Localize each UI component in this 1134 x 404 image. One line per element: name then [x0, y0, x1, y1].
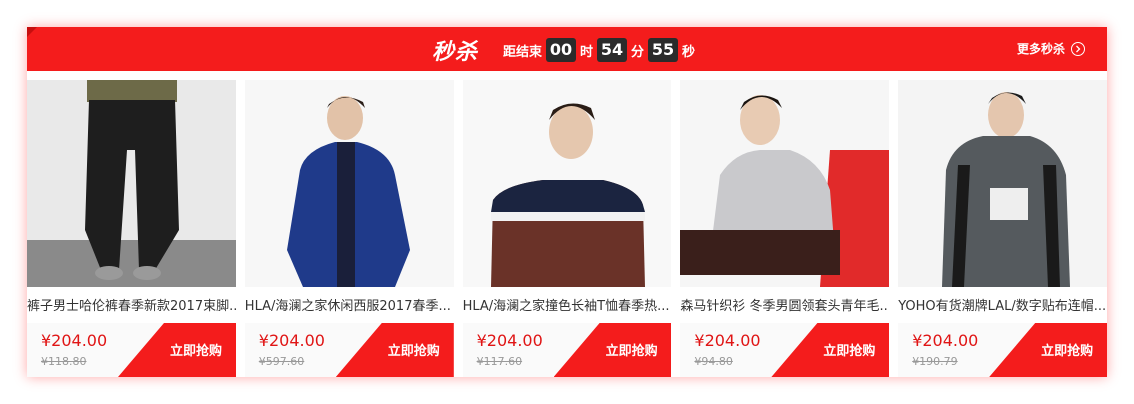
product-card[interactable]: HLA/海澜之家撞色长袖T恤春季热... ¥204.00 ¥117.60 立即抢… — [462, 80, 672, 377]
flash-sale-header: 秒杀 距结束 00 时 54 分 55 秒 更多秒杀 — [27, 27, 1107, 71]
buy-now-button[interactable]: 立即抢购 — [989, 323, 1107, 377]
original-price: ¥94.80 — [694, 355, 733, 368]
more-flash-sales-label: 更多秒杀 — [1016, 42, 1065, 56]
chevron-right-icon — [1071, 41, 1085, 56]
product-price-area: ¥204.00 ¥597.60 立即抢购 — [244, 323, 454, 377]
countdown-minutes-unit: 分 — [631, 44, 645, 60]
sale-price: ¥204.00 — [912, 331, 979, 350]
buy-now-label: 立即抢购 — [605, 344, 658, 359]
product-card[interactable]: YOHO有货潮牌LAL/数字贴布连帽... ¥204.00 ¥190.79 立即… — [898, 80, 1107, 377]
product-image[interactable] — [680, 80, 890, 287]
product-price-area: ¥204.00 ¥190.79 立即抢购 — [898, 323, 1107, 377]
product-list: 裤子男士哈伦裤春季新款2017束脚... ¥204.00 ¥118.80 立即抢… — [27, 80, 1107, 377]
original-price: ¥118.80 — [41, 355, 87, 368]
sale-price: ¥204.00 — [694, 331, 761, 350]
product-card[interactable]: HLA/海澜之家休闲西服2017春季... ¥204.00 ¥597.60 立即… — [244, 80, 454, 377]
countdown-label: 距结束 — [503, 44, 543, 60]
countdown-hours-unit: 时 — [580, 44, 594, 60]
product-title[interactable]: 裤子男士哈伦裤春季新款2017束脚... — [27, 295, 236, 314]
sale-price: ¥204.00 — [476, 331, 543, 350]
buy-now-label: 立即抢购 — [823, 344, 876, 359]
buy-now-label: 立即抢购 — [169, 344, 222, 359]
original-price: ¥190.79 — [912, 355, 958, 368]
flash-sale-panel: 秒杀 距结束 00 时 54 分 55 秒 更多秒杀 裤子男士哈伦裤春季新款20… — [27, 27, 1107, 377]
product-price-area: ¥204.00 ¥117.60 立即抢购 — [462, 323, 672, 377]
header-corner-decoration — [27, 27, 37, 37]
product-card[interactable]: 裤子男士哈伦裤春季新款2017束脚... ¥204.00 ¥118.80 立即抢… — [27, 80, 236, 377]
countdown-minutes: 54 — [597, 38, 628, 62]
product-image[interactable] — [244, 80, 454, 287]
sale-price: ¥204.00 — [41, 331, 108, 350]
buy-now-label: 立即抢购 — [1041, 344, 1094, 359]
product-image[interactable] — [462, 80, 672, 287]
countdown-seconds-unit: 秒 — [682, 44, 696, 60]
product-price-area: ¥204.00 ¥94.80 立即抢购 — [680, 323, 890, 377]
flash-sale-logo: 秒杀 — [432, 39, 479, 65]
product-image[interactable] — [27, 80, 236, 287]
product-title[interactable]: YOHO有货潮牌LAL/数字贴布连帽... — [898, 295, 1107, 314]
sale-price: ¥204.00 — [258, 331, 325, 350]
product-title[interactable]: HLA/海澜之家休闲西服2017春季... — [245, 295, 454, 314]
product-card[interactable]: 森马针织衫 冬季男圆领套头青年毛... ¥204.00 ¥94.80 立即抢购 — [680, 80, 890, 377]
more-flash-sales-link[interactable]: 更多秒杀 — [1017, 40, 1085, 57]
product-title[interactable]: HLA/海澜之家撞色长袖T恤春季热... — [463, 295, 672, 314]
buy-now-label: 立即抢购 — [387, 344, 440, 359]
product-image[interactable] — [898, 80, 1107, 287]
product-price-area: ¥204.00 ¥118.80 立即抢购 — [27, 323, 236, 377]
countdown-hours: 00 — [546, 38, 577, 62]
buy-now-button[interactable]: 立即抢购 — [553, 323, 672, 377]
product-title[interactable]: 森马针织衫 冬季男圆领套头青年毛... — [680, 295, 889, 314]
buy-now-button[interactable]: 立即抢购 — [118, 323, 236, 377]
countdown-seconds: 55 — [648, 38, 679, 62]
original-price: ¥117.60 — [476, 355, 523, 368]
buy-now-button[interactable]: 立即抢购 — [771, 323, 890, 377]
countdown-timer: 距结束 00 时 54 分 55 秒 — [503, 37, 695, 63]
original-price: ¥597.60 — [258, 355, 305, 368]
buy-now-button[interactable]: 立即抢购 — [335, 323, 454, 377]
